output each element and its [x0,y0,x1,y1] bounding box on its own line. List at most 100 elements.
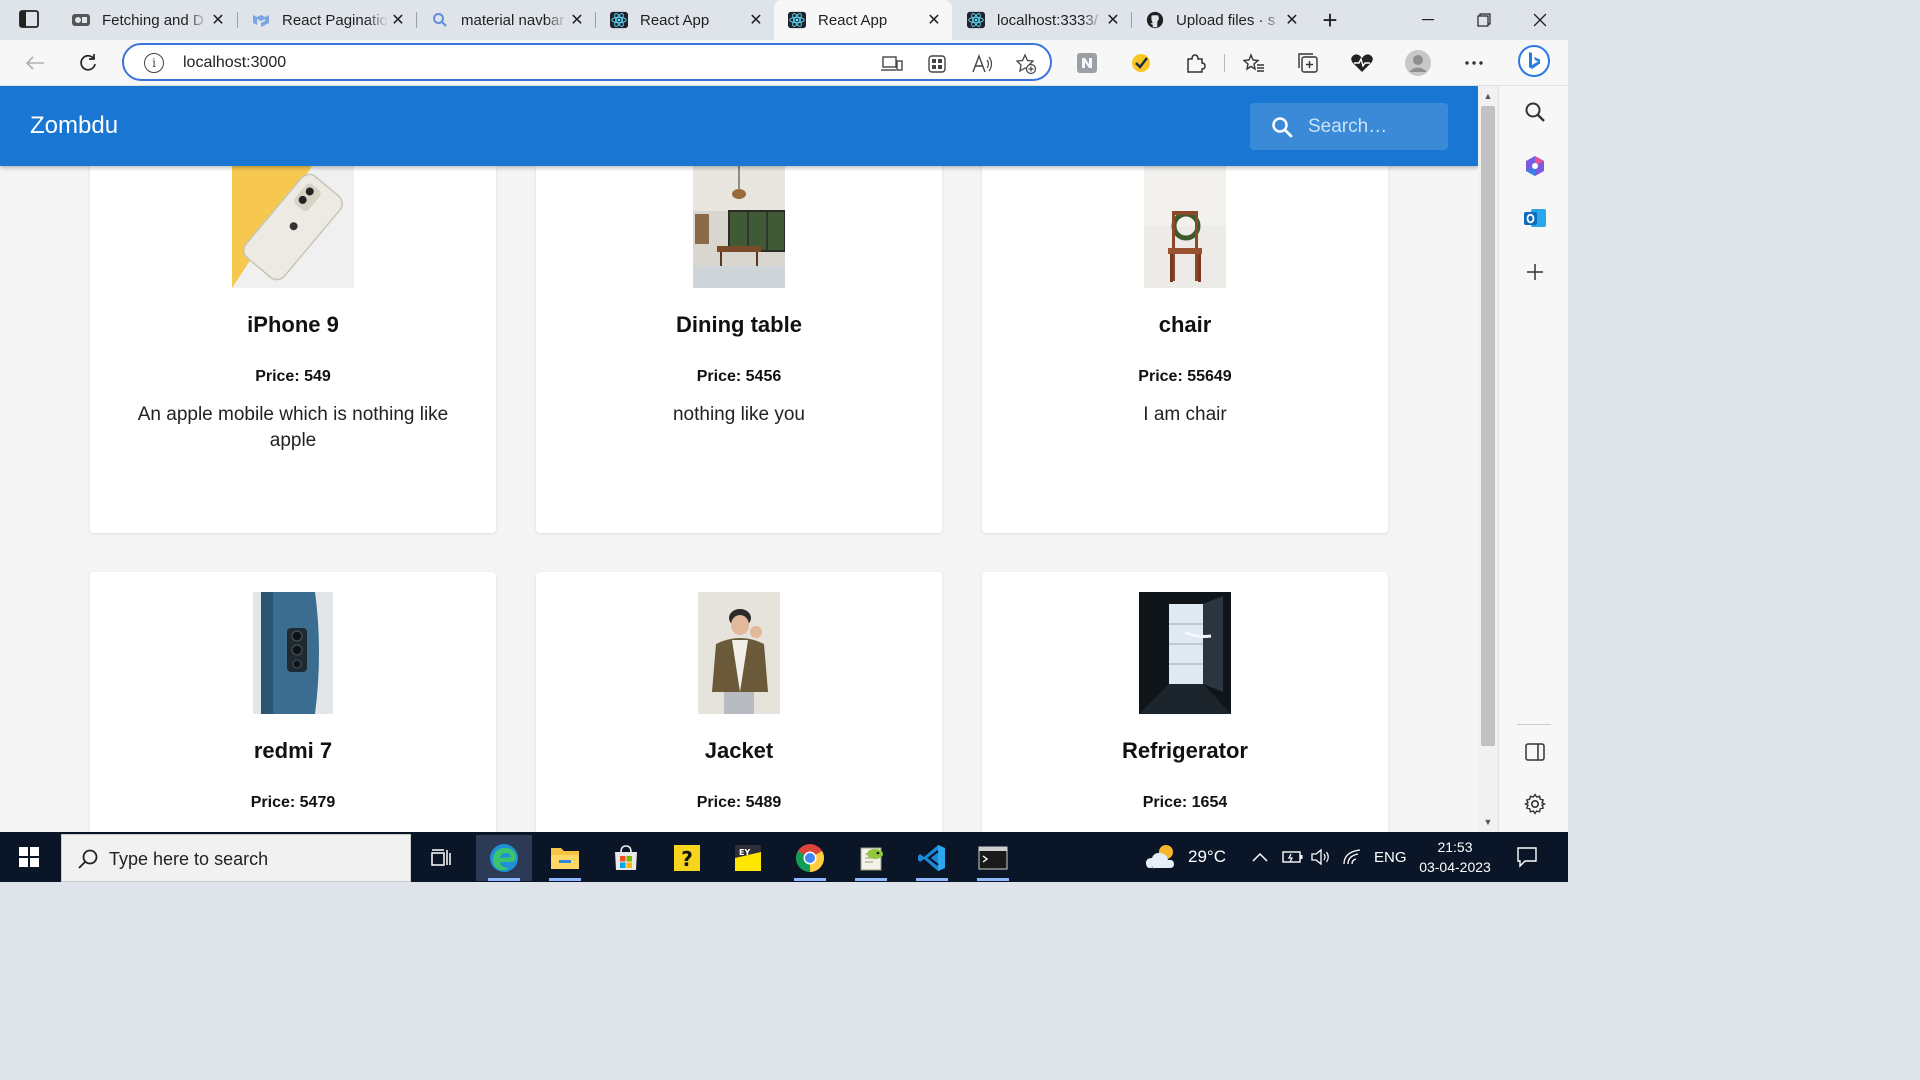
battery-status[interactable] [1282,832,1304,882]
settings-more-icon[interactable] [1460,49,1488,77]
apps-grid-icon[interactable] [925,52,949,76]
video-icon [72,11,90,29]
product-description: I am chair [1143,404,1227,425]
product-description: An apple mobile which is nothing like ap… [137,404,449,451]
tab-react-app-1[interactable]: React App ✕ [596,2,774,38]
search-input[interactable] [1308,113,1438,141]
add-favorite-icon[interactable] [1014,52,1038,76]
close-tab-icon[interactable]: ✕ [924,10,944,30]
taskbar-search[interactable]: Type here to search [61,834,411,882]
close-tab-icon[interactable]: ✕ [208,10,228,30]
scroll-up-icon[interactable]: ▲ [1482,90,1494,102]
taskbar-ey-discover[interactable]: EY [720,835,776,881]
tab-actions-button[interactable] [8,5,50,33]
app-navbar: Zombdu [0,86,1478,166]
edge-icon [490,844,518,872]
product-card-redmi-7[interactable]: redmi 7 Price: 5479 [90,572,496,832]
clock-time: 21:53 [1437,839,1473,855]
product-card-dining-table[interactable]: Dining table Price: 5456 nothing like yo… [536,146,942,533]
close-tab-icon[interactable]: ✕ [1282,10,1302,30]
tab-material-navbar[interactable]: material navbar ✕ [417,2,595,38]
minimize-button[interactable] [1400,0,1456,40]
sidebar-outlook-icon[interactable] [1521,204,1549,232]
back-button[interactable] [20,48,50,78]
start-button[interactable] [0,832,58,882]
extensions-puzzle-icon[interactable] [1181,49,1209,77]
collections-icon[interactable] [1294,49,1322,77]
tab-fetching[interactable]: Fetching and D ✕ [58,2,236,38]
product-card-refrigerator[interactable]: Refrigerator Price: 1654 [982,572,1388,832]
running-indicator [488,878,520,881]
product-card-iphone-9[interactable]: iPhone 9 Price: 549 An apple mobile whic… [90,146,496,533]
product-price: Price: 549 [255,368,331,385]
sidebar-settings-icon[interactable] [1521,790,1549,818]
sidebar-add-icon[interactable] [1521,258,1549,286]
volume-control[interactable] [1310,832,1332,882]
network-status[interactable] [1342,832,1362,882]
favorites-icon[interactable] [1240,49,1268,77]
close-tab-icon[interactable]: ✕ [567,10,587,30]
weather-widget[interactable]: 29°C [1146,832,1226,882]
close-tab-icon[interactable]: ✕ [1103,10,1123,30]
browser-essentials-icon[interactable] [1348,49,1376,77]
tab-upload-files[interactable]: Upload files · s ✕ [1132,2,1310,38]
fridge-photo [1139,592,1231,714]
react-icon [788,11,806,29]
address-url[interactable]: localhost:3000 [183,54,286,72]
read-aloud-icon[interactable] [970,52,994,76]
sidebar-search-icon[interactable] [1521,98,1549,126]
taskbar-notepad-plus[interactable] [843,835,899,881]
scroll-thumb[interactable] [1481,106,1495,746]
vscode-icon [918,845,945,871]
close-window-button[interactable] [1512,0,1568,40]
taskbar-microsoft-store[interactable] [598,835,654,881]
address-bar[interactable]: i localhost:3000 [122,43,1052,81]
sidebar-discover-icon[interactable] [1521,152,1549,180]
page-scrollbar[interactable]: ▲ ▼ [1478,86,1498,832]
sidebar-hide-icon[interactable] [1521,738,1549,766]
show-hidden-icons[interactable] [1252,832,1268,882]
taskbar-terminal[interactable] [965,835,1021,881]
system-clock[interactable]: 21:53 03-04-2023 [1412,837,1498,877]
app-available-icon[interactable] [880,52,904,76]
close-tab-icon[interactable]: ✕ [388,10,408,30]
product-name: iPhone 9 [247,312,339,337]
refresh-button[interactable] [73,48,103,78]
new-tab-button[interactable]: + [1316,5,1344,35]
close-tab-icon[interactable]: ✕ [746,10,766,30]
wifi-icon [1343,849,1361,865]
bing-copilot-icon[interactable] [1516,43,1552,79]
product-card-jacket[interactable]: Jacket Price: 5489 [536,572,942,832]
taskbar-file-explorer[interactable] [537,835,593,881]
product-price: Price: 1654 [1142,794,1228,811]
notification-center[interactable] [1516,832,1538,882]
chevron-up-icon [1252,852,1268,862]
brand-title[interactable]: Zombdu [30,112,118,140]
taskbar-search-placeholder: Type here to search [109,849,269,869]
extension-n-icon[interactable] [1073,49,1101,77]
running-indicator [916,878,948,881]
taskbar-get-help[interactable]: ? [659,835,715,881]
tab-react-app-active[interactable]: React App ✕ [774,0,952,40]
profile-avatar[interactable] [1404,49,1432,77]
site-info-icon[interactable]: i [144,53,164,73]
search-box[interactable] [1250,103,1448,150]
tab-title: React App [640,11,710,29]
product-name: Jacket [704,738,774,763]
restore-button[interactable] [1456,0,1512,40]
input-language[interactable]: ENG [1374,832,1407,882]
scroll-down-icon[interactable]: ▼ [1482,816,1494,828]
tab-localhost-3333[interactable]: localhost:3333/ ✕ [953,2,1131,38]
taskbar-chrome[interactable] [782,835,838,881]
react-icon [967,11,985,29]
taskbar-edge[interactable] [476,835,532,881]
tab-react-pagination[interactable]: React Paginatio ✕ [238,2,416,38]
product-price: Price: 5489 [696,794,782,811]
weather-temperature: 29°C [1188,847,1226,866]
extension-check-icon[interactable] [1127,49,1155,77]
product-price: Price: 55649 [1138,368,1232,385]
task-view-button[interactable] [413,835,469,881]
product-card-chair[interactable]: chair Price: 55649 I am chair [982,146,1388,533]
taskbar-vscode[interactable] [904,835,960,881]
page-viewport: Zombdu iPhone 9 Price: 549 An apple mob [0,86,1478,832]
